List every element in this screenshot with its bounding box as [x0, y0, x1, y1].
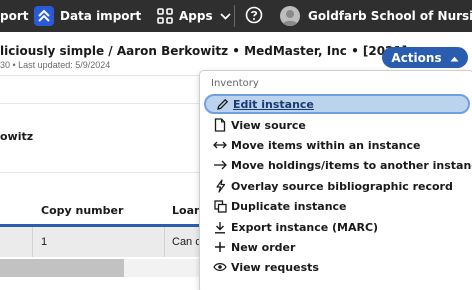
- record-title: liciously simple / Aaron Berkowitz • Med…: [0, 44, 408, 58]
- actions-label: Actions: [391, 50, 442, 65]
- apps-menu-button[interactable]: Apps: [157, 0, 231, 32]
- menu-item-overlay-source-record[interactable]: Overlay source bibliographic record: [204, 176, 470, 196]
- menu-item-export-instance-marc[interactable]: Export instance (MARC): [204, 217, 470, 237]
- chevron-up-icon: [450, 51, 459, 65]
- apps-grid-icon: [157, 8, 173, 24]
- column-divider: [32, 227, 33, 257]
- actions-dropdown-menu: Inventory Edit instance View source Move…: [199, 70, 472, 290]
- menu-item-label: Overlay source bibliographic record: [231, 179, 453, 193]
- eye-icon: [213, 260, 227, 274]
- menu-item-label: Move items within an instance: [231, 138, 421, 152]
- menu-item-view-source[interactable]: View source: [204, 115, 470, 135]
- document-icon: [213, 118, 227, 132]
- actions-button[interactable]: Actions: [382, 47, 468, 68]
- nav-divider: [234, 5, 235, 27]
- pencil-icon: [215, 97, 229, 111]
- column-divider: [164, 227, 165, 257]
- menu-item-label: New order: [231, 240, 296, 254]
- menu-item-move-holdings-to-another-instance[interactable]: Move holdings/items to another instance: [204, 155, 472, 175]
- menu-item-label: Edit instance: [233, 97, 314, 111]
- menu-item-label: Move holdings/items to another instance: [231, 158, 472, 172]
- menu-item-label: View source: [231, 118, 306, 132]
- top-navigation-bar: port Data import Apps Goldfarb School of…: [0, 0, 472, 32]
- nav-link-import[interactable]: port: [0, 0, 29, 32]
- lightning-icon: [213, 179, 227, 193]
- swap-arrows-icon: [213, 138, 227, 152]
- column-header-loan[interactable]: Loan: [172, 204, 202, 217]
- help-button[interactable]: [245, 0, 263, 32]
- menu-item-label: Duplicate instance: [231, 199, 347, 213]
- profile-menu-button[interactable]: Goldfarb School of Nursing: [280, 0, 472, 32]
- data-import-icon: [34, 6, 54, 26]
- menu-section-inventory: Inventory: [211, 78, 259, 89]
- record-meta: 30 • Last updated: 5/9/2024: [0, 60, 111, 70]
- column-header-copy-number[interactable]: Copy number: [41, 204, 123, 217]
- menu-item-edit-instance[interactable]: Edit instance: [204, 94, 470, 114]
- plus-icon: [213, 240, 227, 254]
- cell-loan: Can c: [172, 236, 201, 248]
- scrollbar-thumb[interactable]: [0, 259, 124, 277]
- profile-name: Goldfarb School of Nursing: [308, 9, 472, 23]
- menu-item-duplicate-instance[interactable]: Duplicate instance: [204, 196, 470, 216]
- contributor-name: owitz: [0, 130, 34, 143]
- chevron-down-icon: [219, 12, 231, 20]
- avatar: [280, 6, 300, 26]
- menu-item-label: Export instance (MARC): [231, 220, 379, 234]
- menu-item-move-items-within-instance[interactable]: Move items within an instance: [204, 135, 470, 155]
- data-import-label: Data import: [60, 9, 142, 23]
- section-divider: [0, 103, 200, 104]
- download-icon: [213, 220, 227, 234]
- duplicate-icon: [213, 199, 227, 213]
- nav-link-data-import[interactable]: Data import: [34, 0, 141, 32]
- section-divider: [0, 172, 200, 173]
- menu-item-label: View requests: [231, 260, 319, 274]
- help-icon: [245, 6, 263, 27]
- nav-link-import-label: port: [0, 9, 29, 23]
- cell-copy-number: 1: [41, 236, 48, 248]
- menu-item-new-order[interactable]: New order: [204, 237, 470, 257]
- arrow-right-icon: [213, 158, 227, 172]
- menu-item-view-requests[interactable]: View requests: [204, 257, 470, 277]
- table-header-row: Copy number Loan: [0, 196, 202, 224]
- table-row[interactable]: 1 Can c: [0, 227, 201, 257]
- apps-label: Apps: [179, 9, 213, 23]
